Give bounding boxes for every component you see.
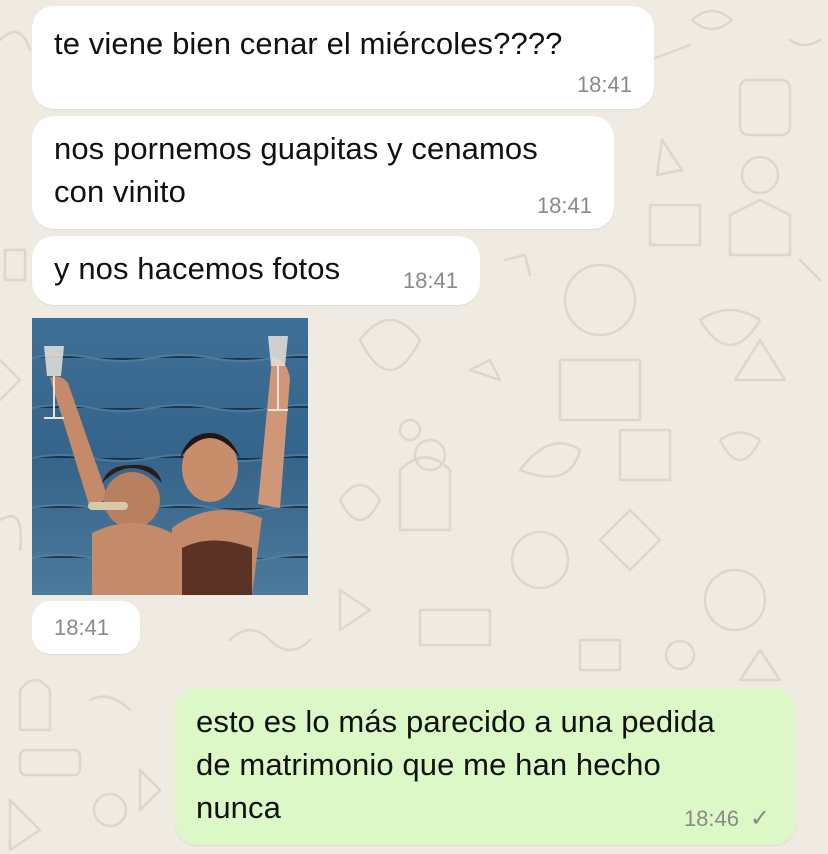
message-timestamp: 18:41 — [536, 193, 592, 218]
message-bubble[interactable]: y nos hacemos fotos 18:41 — [32, 236, 480, 305]
message-timestamp: 18:41 — [402, 268, 458, 293]
message-timestamp: 18:46 — [683, 806, 739, 831]
message-timestamp: 18:41 — [54, 615, 110, 640]
message-text: y nos hacemos fotos — [54, 251, 341, 286]
check-icon: ✓ — [749, 805, 770, 832]
message-text: te viene bien cenar el miércoles???? — [54, 26, 563, 61]
message-timestamp: 18:41 — [576, 72, 632, 97]
message-text: esto es lo más parecido a una pedida de … — [196, 704, 715, 825]
message-text: nos pornemos guapitas y cenamos con vini… — [54, 131, 538, 209]
message-bubble[interactable]: te viene bien cenar el miércoles???? 18:… — [32, 6, 654, 109]
photo-timestamp: 18:41 — [32, 601, 140, 654]
shared-photo[interactable] — [32, 318, 308, 595]
message-bubble[interactable]: nos pornemos guapitas y cenamos con vini… — [32, 116, 614, 229]
message-bubble-outgoing[interactable]: esto es lo más parecido a una pedida de … — [175, 688, 796, 845]
